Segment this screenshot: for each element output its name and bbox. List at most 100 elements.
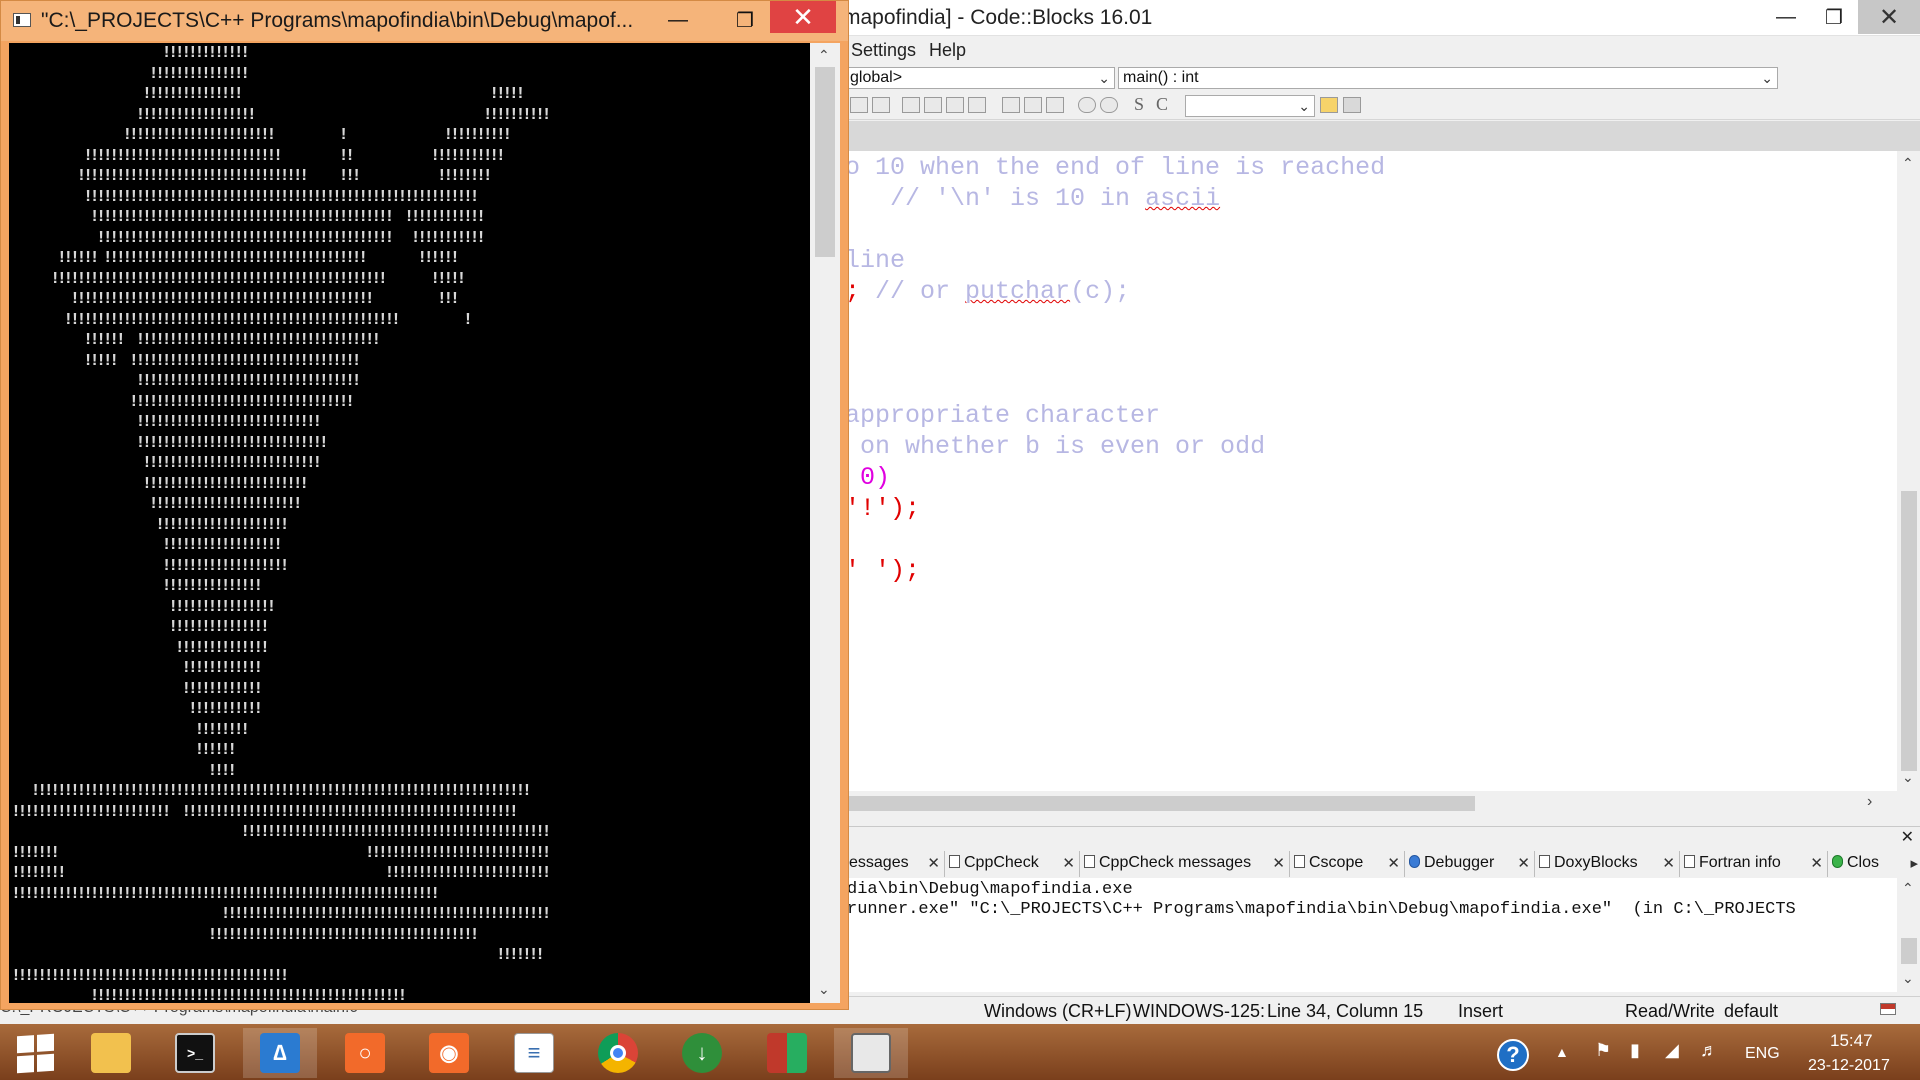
archive-icon (767, 1033, 807, 1073)
document-icon (1684, 855, 1695, 868)
taskbar-screenshot-tool[interactable]: ◉ (412, 1028, 486, 1078)
terminal-icon: >_ (175, 1033, 215, 1073)
clock-time[interactable]: 15:47 (1830, 1031, 1873, 1051)
document-icon (949, 855, 960, 868)
tab-doxyblocks[interactable]: DoxyBlocks ✕ (1535, 851, 1680, 877)
log-line: runner.exe" "C:\_PROJECTS\C++ Programs\m… (847, 900, 1796, 919)
toolbar-icon[interactable] (1046, 97, 1064, 113)
taskbar-capture-tool[interactable]: ○ (328, 1028, 402, 1078)
scrollbar-thumb[interactable] (1901, 938, 1917, 964)
ide-close-button[interactable]: ✕ (1858, 0, 1920, 34)
taskbar-chrome[interactable] (581, 1028, 655, 1078)
help-icon[interactable]: ? (1497, 1039, 1529, 1071)
editor-horizontal-scrollbar[interactable]: › (845, 791, 1897, 815)
camera-icon: ◉ (429, 1033, 469, 1073)
battery-icon[interactable]: ▮ (1630, 1040, 1640, 1061)
toolbar-icon[interactable] (968, 97, 986, 113)
console-title: "C:\_PROJECTS\C++ Programs\mapofindia\bi… (41, 9, 634, 32)
scroll-down-icon[interactable]: ⌄ (1902, 970, 1914, 987)
taskbar-command-prompt[interactable]: >_ (158, 1028, 232, 1078)
scroll-up-icon[interactable]: ⌃ (1902, 880, 1914, 897)
console-vertical-scrollbar[interactable]: ⌃ ⌄ (810, 43, 840, 1003)
close-icon[interactable]: ✕ (1272, 854, 1285, 872)
scroll-up-icon[interactable]: ⌃ (1902, 155, 1914, 172)
close-icon[interactable]: ✕ (1062, 854, 1075, 872)
console-close-button[interactable]: ✕ (770, 1, 836, 33)
scroll-right-icon[interactable]: › (1867, 793, 1872, 811)
menu-settings[interactable]: Settings (851, 40, 916, 61)
flag-icon[interactable]: ⚑ (1595, 1040, 1611, 1061)
status-profile: default (1724, 1001, 1779, 1021)
code-line: appropriate character (845, 401, 1161, 430)
scroll-down-icon[interactable]: ⌄ (818, 981, 830, 998)
close-icon[interactable]: ✕ (1662, 854, 1675, 872)
ide-minimize-button[interactable]: — (1762, 0, 1810, 34)
code-line: on whether b is even or odd (845, 432, 1266, 461)
toolbar-icon[interactable] (1002, 97, 1020, 113)
taskbar-python-file[interactable]: ≡ (497, 1028, 571, 1078)
settings-icon[interactable] (1343, 97, 1361, 113)
toolbar-icon[interactable] (924, 97, 942, 113)
console-maximize-button[interactable]: ❐ (725, 3, 765, 37)
capture-icon: ○ (345, 1033, 385, 1073)
taskbar-download-manager[interactable]: ↓ (665, 1028, 739, 1078)
search-select[interactable]: ⌄ (1185, 95, 1315, 117)
console-minimize-button[interactable]: — (658, 3, 698, 37)
chevron-right-icon[interactable]: ▸ (1910, 854, 1918, 872)
zoom-in-icon[interactable] (1078, 97, 1096, 113)
build-log[interactable]: dia\bin\Debug\mapofindia.exe runner.exe"… (845, 878, 1897, 992)
toolbar-icon[interactable] (1024, 97, 1042, 113)
chevron-down-icon: ⌄ (1098, 70, 1110, 86)
close-icon[interactable]: ✕ (1387, 854, 1400, 872)
scroll-down-icon[interactable]: ⌄ (1902, 769, 1914, 786)
search-icon[interactable] (1320, 97, 1338, 113)
speaker-icon[interactable]: ♬ (1700, 1040, 1718, 1061)
tab-closed-files[interactable]: Clos ▸ (1828, 851, 1920, 877)
tab-build-messages[interactable]: essages ✕ (845, 851, 945, 877)
code-editor[interactable]: o 10 when the end of line is reached // … (845, 151, 1897, 791)
toolbar-icon[interactable] (872, 97, 890, 113)
menu-help[interactable]: Help (929, 40, 966, 61)
toolbar-icon[interactable] (850, 97, 868, 113)
taskbar-vscode[interactable]: ∆ (243, 1028, 317, 1078)
taskbar-codeblocks[interactable] (834, 1028, 908, 1078)
vscode-icon: ∆ (260, 1033, 300, 1073)
tab-cppcheck-messages[interactable]: CppCheck messages ✕ (1080, 851, 1290, 877)
chevron-up-icon[interactable]: ▲ (1555, 1044, 1569, 1060)
zoom-out-icon[interactable] (1100, 97, 1118, 113)
function-select[interactable]: main() : int ⌄ (1118, 67, 1778, 89)
editor-vertical-scrollbar[interactable]: ⌃ ⌄ (1897, 151, 1920, 791)
taskbar-file-explorer[interactable] (74, 1028, 148, 1078)
tab-cscope[interactable]: Cscope ✕ (1290, 851, 1405, 877)
toolbar-s-glyph[interactable]: S (1134, 94, 1144, 115)
code-line: 0) (845, 463, 891, 492)
scrollbar-thumb[interactable] (1901, 491, 1917, 771)
ide-restore-button[interactable]: ❐ (1810, 0, 1858, 34)
desktop: mapofindia] - Code::Blocks 16.01 — ❐ ✕ S… (0, 0, 1920, 1080)
tab-fortran-info[interactable]: Fortran info ✕ (1680, 851, 1828, 877)
console-output[interactable]: !!!!!!!!!!!!! !!!!!!!!!!!!!!! !!!!!!!!!!… (9, 43, 810, 1003)
tab-debugger[interactable]: Debugger ✕ (1405, 851, 1535, 877)
language-indicator[interactable]: ENG (1745, 1045, 1780, 1063)
scrollbar-thumb[interactable] (815, 67, 835, 257)
toolbar-icon[interactable] (902, 97, 920, 113)
toolbar-c-glyph[interactable]: C (1156, 94, 1168, 115)
close-icon[interactable]: ✕ (1810, 854, 1823, 872)
close-icon[interactable]: ✕ (1517, 854, 1530, 872)
close-icon[interactable]: ✕ (927, 854, 940, 872)
clock-date[interactable]: 23-12-2017 (1808, 1057, 1890, 1075)
code-line: ; // or putchar(c); (845, 277, 1130, 306)
start-button[interactable] (0, 1028, 70, 1078)
windows-logo-icon (16, 1033, 54, 1073)
scroll-up-icon[interactable]: ⌃ (818, 47, 830, 64)
toolbar-icon[interactable] (946, 97, 964, 113)
taskbar-winrar[interactable] (750, 1028, 824, 1078)
scrollbar-thumb[interactable] (845, 796, 1475, 811)
close-icon[interactable]: ✕ (1901, 827, 1914, 847)
console-title-bar[interactable]: "C:\_PROJECTS\C++ Programs\mapofindia\bi… (1, 1, 848, 41)
scope-select-value: global> (850, 69, 903, 86)
tab-cppcheck[interactable]: CppCheck ✕ (945, 851, 1080, 877)
logs-vertical-scrollbar[interactable]: ⌃ ⌄ (1897, 878, 1920, 992)
scope-select[interactable]: global> ⌄ (845, 67, 1115, 89)
signal-icon[interactable]: ◢ (1665, 1040, 1679, 1061)
